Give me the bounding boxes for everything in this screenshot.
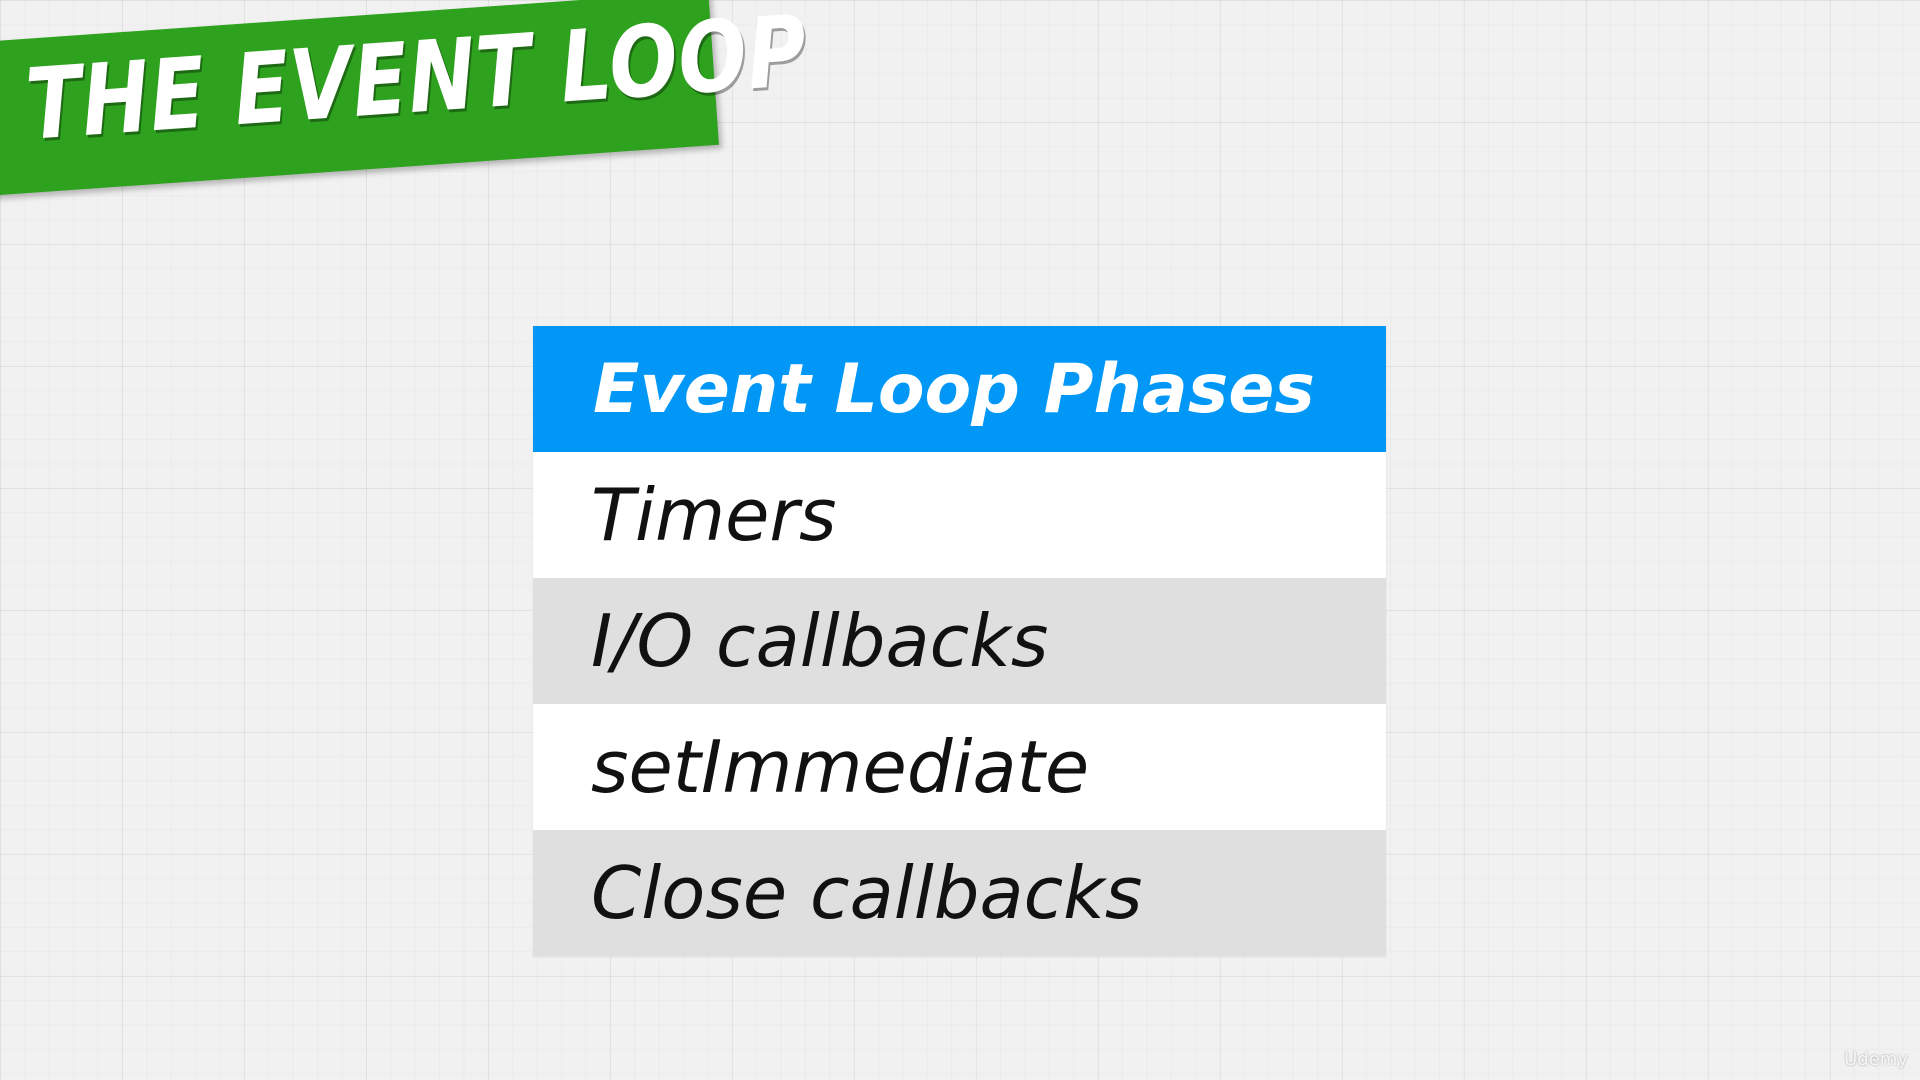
slide-title: THE EVENT LOOP (22, 0, 811, 163)
table-row: Close callbacks (533, 830, 1386, 956)
table-row: Timers (533, 452, 1386, 578)
phases-table: Event Loop Phases Timers I/O callbacks s… (533, 326, 1386, 956)
table-row: I/O callbacks (533, 578, 1386, 704)
title-banner: THE EVENT LOOP (0, 0, 811, 196)
table-header-label: Event Loop Phases (593, 349, 1315, 429)
phase-timers: Timers (591, 473, 837, 557)
udemy-watermark: Udemy (1844, 1049, 1908, 1070)
table-header: Event Loop Phases (533, 326, 1386, 452)
phase-io-callbacks: I/O callbacks (591, 599, 1049, 683)
phase-setimmediate: setImmediate (591, 725, 1090, 809)
table-row: setImmediate (533, 704, 1386, 830)
phase-close-callbacks: Close callbacks (591, 851, 1143, 935)
